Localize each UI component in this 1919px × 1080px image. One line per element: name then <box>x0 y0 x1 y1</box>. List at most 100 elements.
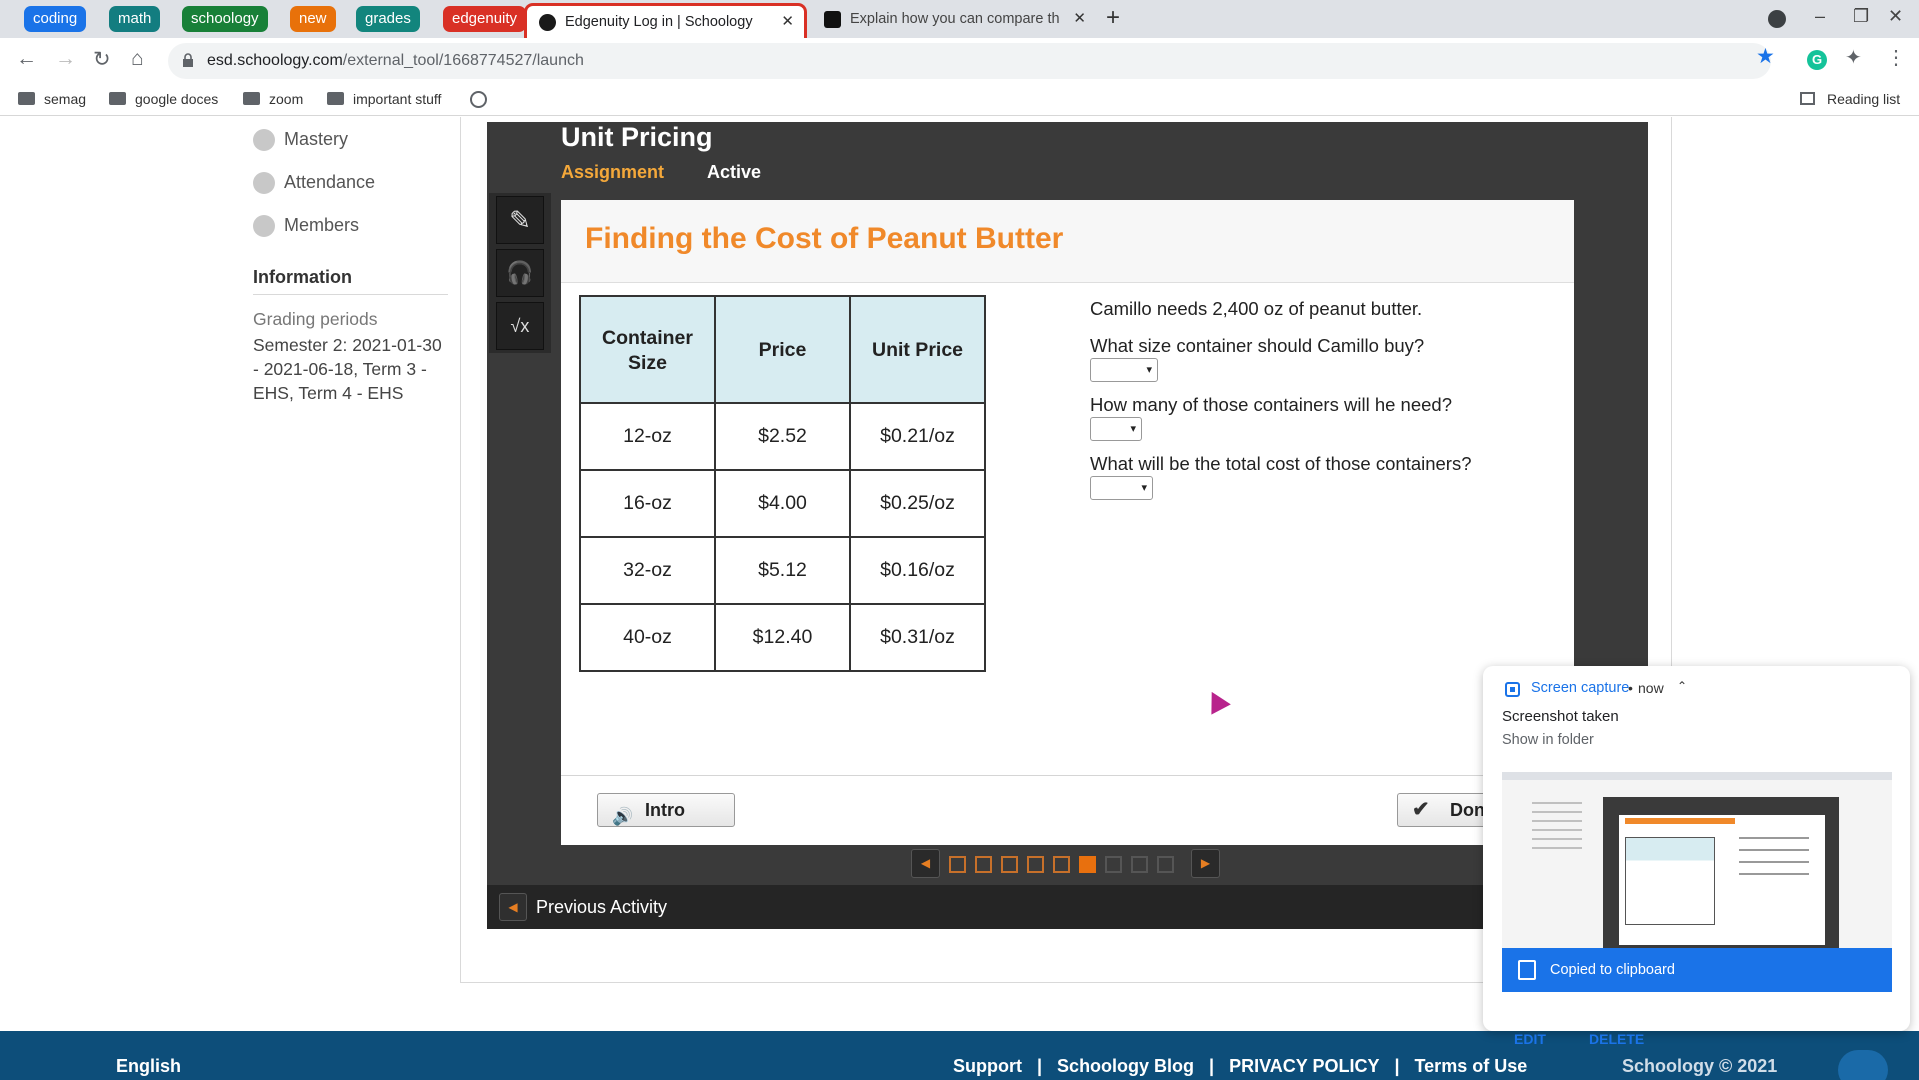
bookmark-google-doces[interactable]: google doces <box>109 83 218 115</box>
reading-list-icon <box>1800 92 1815 105</box>
table-row: 16-oz $4.00 $0.25/oz <box>579 469 986 538</box>
intro-button[interactable]: 🔊 Intro <box>597 793 735 827</box>
sidebar-item-mastery[interactable]: Mastery <box>284 129 348 150</box>
new-tab-icon[interactable]: + <box>1106 4 1120 32</box>
schoology-favicon-icon <box>539 14 556 31</box>
globe-icon[interactable] <box>470 91 487 108</box>
browser-menu-icon[interactable]: ⋮ <box>1886 45 1906 70</box>
calculator-tool-icon[interactable]: √x <box>496 302 544 350</box>
pager-page-9[interactable] <box>1157 856 1174 873</box>
header-price: Price <box>714 295 851 404</box>
table-cell: 16-oz <box>579 469 716 538</box>
grammarly-extension-icon[interactable]: G <box>1807 50 1827 70</box>
activity-title: Finding the Cost of Peanut Butter <box>585 222 1064 255</box>
reload-icon[interactable]: ↻ <box>93 47 111 72</box>
folder-icon <box>327 92 344 105</box>
pager-next-icon[interactable]: ▶ <box>1191 849 1220 878</box>
grading-periods-value: Semester 2: 2021-01-30 - 2021-06-18, Ter… <box>253 335 442 403</box>
separator: | <box>1209 1056 1215 1076</box>
pager-prev-icon[interactable]: ◀ <box>911 849 940 878</box>
tab-edgenuity-login[interactable]: Edgenuity Log in | Schoology ✕ <box>524 3 807 38</box>
table-row: 40-oz $12.40 $0.31/oz <box>579 603 986 672</box>
chevron-down-icon: ▾ <box>1146 364 1152 376</box>
sidebar-item-attendance[interactable]: Attendance <box>284 172 375 193</box>
close-window-icon[interactable]: ✕ <box>1888 6 1903 27</box>
restore-icon[interactable]: ❐ <box>1853 6 1869 27</box>
minimize-icon[interactable]: – <box>1815 6 1825 27</box>
pager-page-8[interactable] <box>1131 856 1148 873</box>
copyright: Schoology © 2021 <box>1622 1056 1778 1076</box>
close-tab-icon[interactable]: ✕ <box>1073 3 1086 35</box>
headphones-tool-icon[interactable]: 🎧 <box>496 249 544 297</box>
tab-strip: coding math schoology new grades edgenui… <box>0 0 1919 38</box>
delete-button[interactable]: DELETE <box>1589 1031 1644 1047</box>
bookmark-important-stuff[interactable]: important stuff <box>327 83 441 115</box>
container-size-select[interactable]: ▾ <box>1090 358 1158 382</box>
pager-page-4[interactable] <box>1027 856 1044 873</box>
extensions-icon[interactable]: ✦ <box>1845 45 1862 70</box>
browser-toolbar: ← → ↻ ⌂ esd.schoology.com/external_tool/… <box>0 38 1919 83</box>
chevron-up-icon[interactable]: ⌃ <box>1677 679 1687 693</box>
tab-group-new[interactable]: new <box>290 6 336 32</box>
tab-group-coding[interactable]: coding <box>24 6 87 32</box>
tab-explain[interactable]: Explain how you can compare th ✕ <box>812 3 1096 38</box>
copied-to-clipboard-banner: Copied to clipboard <box>1502 948 1892 992</box>
unit-title: Unit Pricing <box>561 122 713 152</box>
pager-page-1[interactable] <box>949 856 966 873</box>
edit-button[interactable]: EDIT <box>1514 1031 1546 1047</box>
url-text[interactable]: esd.schoology.com/external_tool/16687745… <box>207 43 584 79</box>
screenshot-notification: Screen capture • now ⌃ Screenshot taken … <box>1483 666 1910 1047</box>
previous-activity-bar[interactable]: ◀ Previous Activity <box>487 885 1648 929</box>
pager-page-7[interactable] <box>1105 856 1122 873</box>
footer-link-blog[interactable]: Schoology Blog <box>1057 1056 1194 1076</box>
pencil-tool-icon[interactable]: ✎ <box>496 196 544 244</box>
table-cell: $5.12 <box>714 536 851 605</box>
edgenuity-player: Unit Pricing Assignment Active ✎ 🎧 √x Fi… <box>487 122 1648 929</box>
thumbnail-player <box>1603 797 1839 948</box>
chevron-down-icon: ▾ <box>1130 423 1136 435</box>
home-icon[interactable]: ⌂ <box>131 47 144 71</box>
help-chat-icon[interactable] <box>1838 1050 1888 1080</box>
bookmark-zoom[interactable]: zoom <box>243 83 303 115</box>
table-cell: $2.52 <box>714 402 851 471</box>
tab-group-math[interactable]: math <box>109 6 161 32</box>
bookmark-star-icon[interactable]: ★ <box>1756 44 1775 69</box>
tab-group-grades[interactable]: grades <box>356 6 420 32</box>
footer-link-privacy[interactable]: PRIVACY POLICY <box>1229 1056 1379 1076</box>
bookmark-semag[interactable]: semag <box>18 83 86 115</box>
back-icon[interactable]: ← <box>16 47 37 71</box>
tab-group-schoology[interactable]: schoology <box>182 6 268 32</box>
language-selector[interactable]: English <box>116 1056 181 1077</box>
footer-link-support[interactable]: Support <box>953 1056 1022 1076</box>
tab-search-icon[interactable] <box>1768 10 1786 28</box>
header-unit-price: Unit Price <box>849 295 986 404</box>
tab-group-edgenuity[interactable]: edgenuity <box>443 6 527 32</box>
table-header-row: Container Size Price Unit Price <box>579 295 986 404</box>
container-count-select[interactable]: ▾ <box>1090 417 1142 441</box>
pager-page-3[interactable] <box>1001 856 1018 873</box>
check-icon: ✔ <box>1412 798 1430 821</box>
separator: | <box>1394 1056 1400 1076</box>
unit-price-table: Container Size Price Unit Price 12-oz $2… <box>579 295 986 672</box>
thumbnail-sidebar <box>1532 802 1582 852</box>
pager-page-2[interactable] <box>975 856 992 873</box>
footer-link-terms[interactable]: Terms of Use <box>1415 1056 1528 1076</box>
folder-icon <box>18 92 35 105</box>
forward-icon[interactable]: → <box>55 47 76 71</box>
table-cell: $0.31/oz <box>849 603 986 672</box>
show-in-folder-link[interactable]: Show in folder <box>1502 732 1594 748</box>
pager-page-5[interactable] <box>1053 856 1070 873</box>
folder-icon <box>109 92 126 105</box>
pager-page-6[interactable] <box>1079 856 1096 873</box>
sidebar-item-members[interactable]: Members <box>284 215 359 236</box>
status-label: Active <box>707 162 762 182</box>
total-cost-select[interactable]: ▾ <box>1090 476 1153 500</box>
close-tab-icon[interactable]: ✕ <box>781 6 794 38</box>
address-bar[interactable]: esd.schoology.com/external_tool/16687745… <box>168 43 1771 79</box>
question-total-cost: What will be the total cost of those con… <box>1090 453 1472 474</box>
table-cell: 12-oz <box>579 402 716 471</box>
screenshot-thumbnail[interactable] <box>1502 772 1892 948</box>
lock-icon[interactable] <box>182 53 194 67</box>
tool-rail: ✎ 🎧 √x <box>489 193 551 353</box>
reading-list-button[interactable]: Reading list <box>1800 83 1900 115</box>
